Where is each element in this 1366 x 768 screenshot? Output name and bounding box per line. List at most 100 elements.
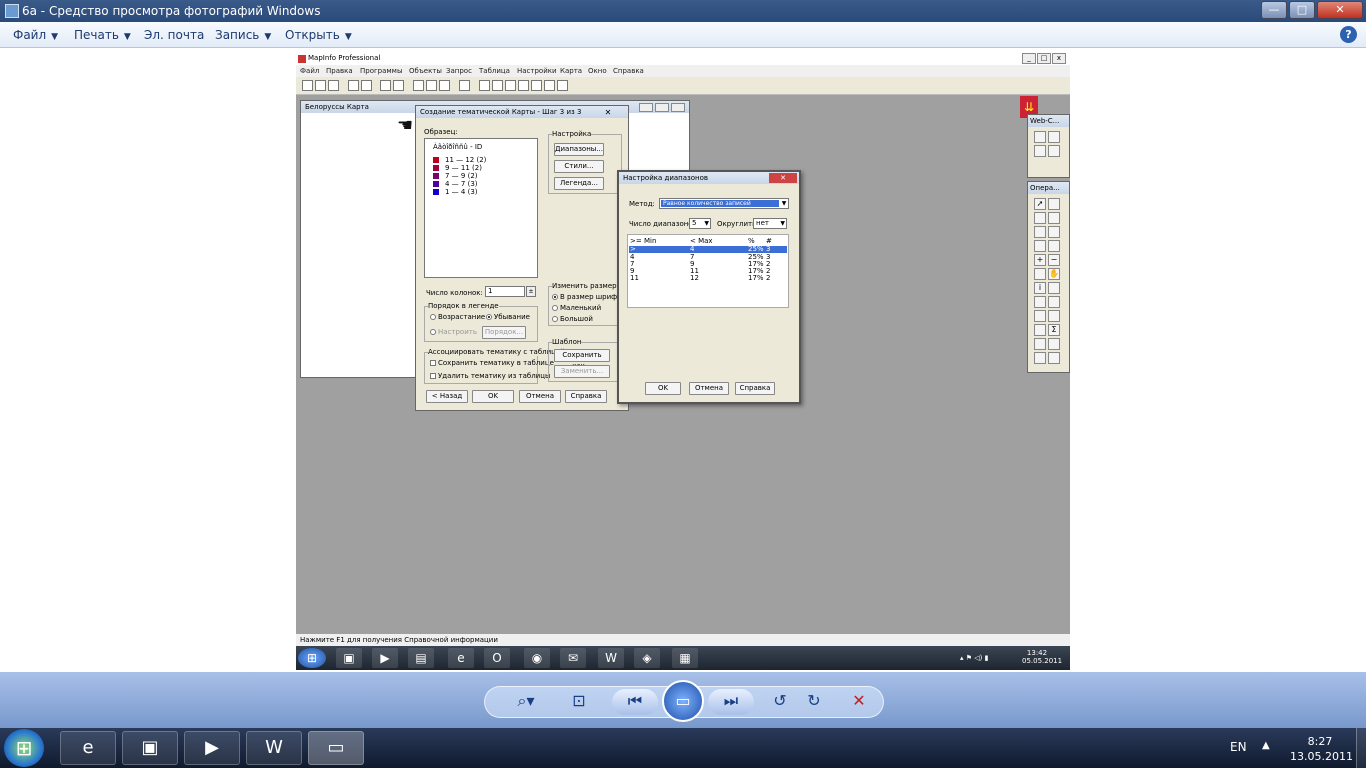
preview-icon[interactable]: [393, 80, 404, 91]
open-icon[interactable]: [315, 80, 326, 91]
menu-email[interactable]: Эл. почта: [144, 28, 204, 42]
maximize-button[interactable]: □: [1289, 1, 1315, 19]
zoom-out-icon[interactable]: −: [1048, 254, 1060, 266]
columns-field[interactable]: 1: [485, 286, 525, 297]
workspace-icon[interactable]: [361, 80, 372, 91]
ranges-close-icon[interactable]: ✕: [769, 173, 797, 183]
save-to-table-checkbox[interactable]: Сохранить тематику в таблице: [430, 359, 554, 367]
scale-bar-icon[interactable]: [1048, 338, 1060, 350]
replace-button[interactable]: Заменить...: [554, 365, 610, 378]
minimize-button[interactable]: —: [1261, 1, 1287, 19]
web-tool-3-icon[interactable]: [1034, 145, 1046, 157]
inner-folder-icon[interactable]: ▣: [336, 648, 362, 668]
legend-icon[interactable]: [544, 80, 555, 91]
row0-min[interactable]: >: [630, 245, 636, 253]
map-minimize[interactable]: [639, 103, 653, 112]
menu-print[interactable]: Печать ▼: [74, 28, 131, 42]
inner-tray-icons[interactable]: ▴ ⚑ ◁) ▮: [960, 654, 988, 662]
label-tool-icon[interactable]: [1034, 296, 1046, 308]
web-tool-1-icon[interactable]: [1034, 131, 1046, 143]
legend-button[interactable]: Легенда...: [554, 177, 604, 190]
save-as-button[interactable]: Сохранить как...: [554, 349, 610, 370]
inner-mapinfo-icon[interactable]: ◈: [634, 648, 660, 668]
row4-min[interactable]: 11: [630, 274, 639, 282]
mi-menu-3[interactable]: Объекты: [409, 67, 442, 75]
method-dropdown-icon[interactable]: ▼: [780, 199, 788, 208]
mi-menu-9[interactable]: Справка: [613, 67, 644, 75]
back-button[interactable]: < Назад: [426, 390, 468, 403]
legend-tool-icon[interactable]: [1034, 324, 1046, 336]
web-tool-4-icon[interactable]: [1048, 145, 1060, 157]
actual-size-icon[interactable]: ⊡: [566, 689, 592, 715]
help-cursor-icon[interactable]: [557, 80, 568, 91]
mapinfo-minimize[interactable]: _: [1022, 53, 1036, 64]
round-select[interactable]: нет ▼: [753, 218, 787, 229]
menu-file[interactable]: Файл ▼: [13, 28, 58, 42]
wizard-close-icon[interactable]: ✕: [602, 108, 614, 117]
rotate-left-icon[interactable]: ↺: [768, 689, 792, 715]
mi-menu-7[interactable]: Карта: [560, 67, 582, 75]
row4-max[interactable]: 12: [690, 274, 699, 282]
row0-max[interactable]: 4: [690, 245, 694, 253]
cut-icon[interactable]: [413, 80, 424, 91]
menu-burn[interactable]: Запись ▼: [215, 28, 271, 42]
copy-icon[interactable]: [426, 80, 437, 91]
ruler-icon[interactable]: [1048, 310, 1060, 322]
styles-button[interactable]: Стили...: [554, 160, 604, 173]
rotate-right-icon[interactable]: ↻: [802, 689, 826, 715]
remove-from-table-checkbox[interactable]: Удалить тематику из таблицы: [430, 372, 551, 380]
wizard-help-button[interactable]: Справка: [565, 390, 607, 403]
ranges-button[interactable]: Диапазоны...: [554, 143, 604, 156]
taskbar-word-icon[interactable]: W: [246, 731, 302, 765]
mi-menu-0[interactable]: Файл: [300, 67, 319, 75]
mi-menu-6[interactable]: Настройки: [517, 67, 557, 75]
close-button[interactable]: ✕: [1317, 1, 1363, 19]
taskbar-ie-icon[interactable]: e: [60, 731, 116, 765]
clip-icon[interactable]: [1034, 338, 1046, 350]
set-target-icon[interactable]: [1034, 352, 1046, 364]
map-window-icon[interactable]: [492, 80, 503, 91]
help-icon[interactable]: ?: [1340, 26, 1357, 43]
tray-expand-icon[interactable]: ▲: [1262, 740, 1270, 751]
menu-open[interactable]: Открыть ▼: [285, 28, 352, 42]
zoom-in-icon[interactable]: +: [1034, 254, 1046, 266]
grabber-hand-icon[interactable]: ✋: [1048, 268, 1060, 280]
info-tool-icon[interactable]: i: [1034, 282, 1046, 294]
ranges-cancel-button[interactable]: Отмена: [689, 382, 729, 395]
count-select[interactable]: 5 ▼: [689, 218, 711, 229]
web-tool-2-icon[interactable]: [1048, 131, 1060, 143]
larger-radio[interactable]: Большой: [552, 315, 593, 323]
inner-ie-icon[interactable]: e: [448, 648, 474, 668]
map-close[interactable]: [671, 103, 685, 112]
polygon-select-icon[interactable]: [1034, 226, 1046, 238]
save-icon[interactable]: [328, 80, 339, 91]
slideshow-button[interactable]: ▭: [662, 680, 704, 722]
new-icon[interactable]: [302, 80, 313, 91]
radius-select-icon[interactable]: [1034, 212, 1046, 224]
next-button[interactable]: ⏭: [708, 689, 754, 715]
zoom-icon[interactable]: ⌕▾: [508, 689, 544, 715]
delete-icon[interactable]: ✕: [846, 689, 872, 715]
invert-select-icon[interactable]: [1048, 226, 1060, 238]
wizard-ok-button[interactable]: OK: [472, 390, 514, 403]
smaller-radio[interactable]: Маленький: [552, 304, 601, 312]
select-arrow-icon[interactable]: ➚: [1034, 198, 1046, 210]
mapinfo-maximize[interactable]: □: [1037, 53, 1051, 64]
browser-icon[interactable]: [479, 80, 490, 91]
language-indicator[interactable]: EN: [1230, 740, 1247, 754]
undo-icon[interactable]: [459, 80, 470, 91]
mi-menu-4[interactable]: Запрос: [446, 67, 472, 75]
start-button[interactable]: ⊞: [4, 729, 44, 767]
print-icon[interactable]: [380, 80, 391, 91]
desc-radio[interactable]: Убывание: [486, 313, 530, 321]
ranges-help-button[interactable]: Справка: [735, 382, 775, 395]
mi-menu-8[interactable]: Окно: [588, 67, 607, 75]
taskbar-clock[interactable]: 8:27 13.05.2011: [1290, 734, 1353, 764]
show-desktop-button[interactable]: [1356, 728, 1366, 768]
drag-map-icon[interactable]: [1048, 296, 1060, 308]
inner-opera-icon[interactable]: O: [484, 648, 510, 668]
layout-icon[interactable]: [518, 80, 529, 91]
change-view-icon[interactable]: [1034, 268, 1046, 280]
taskbar-photo-viewer-icon[interactable]: ▭: [308, 731, 364, 765]
ranges-ok-button[interactable]: OK: [645, 382, 681, 395]
